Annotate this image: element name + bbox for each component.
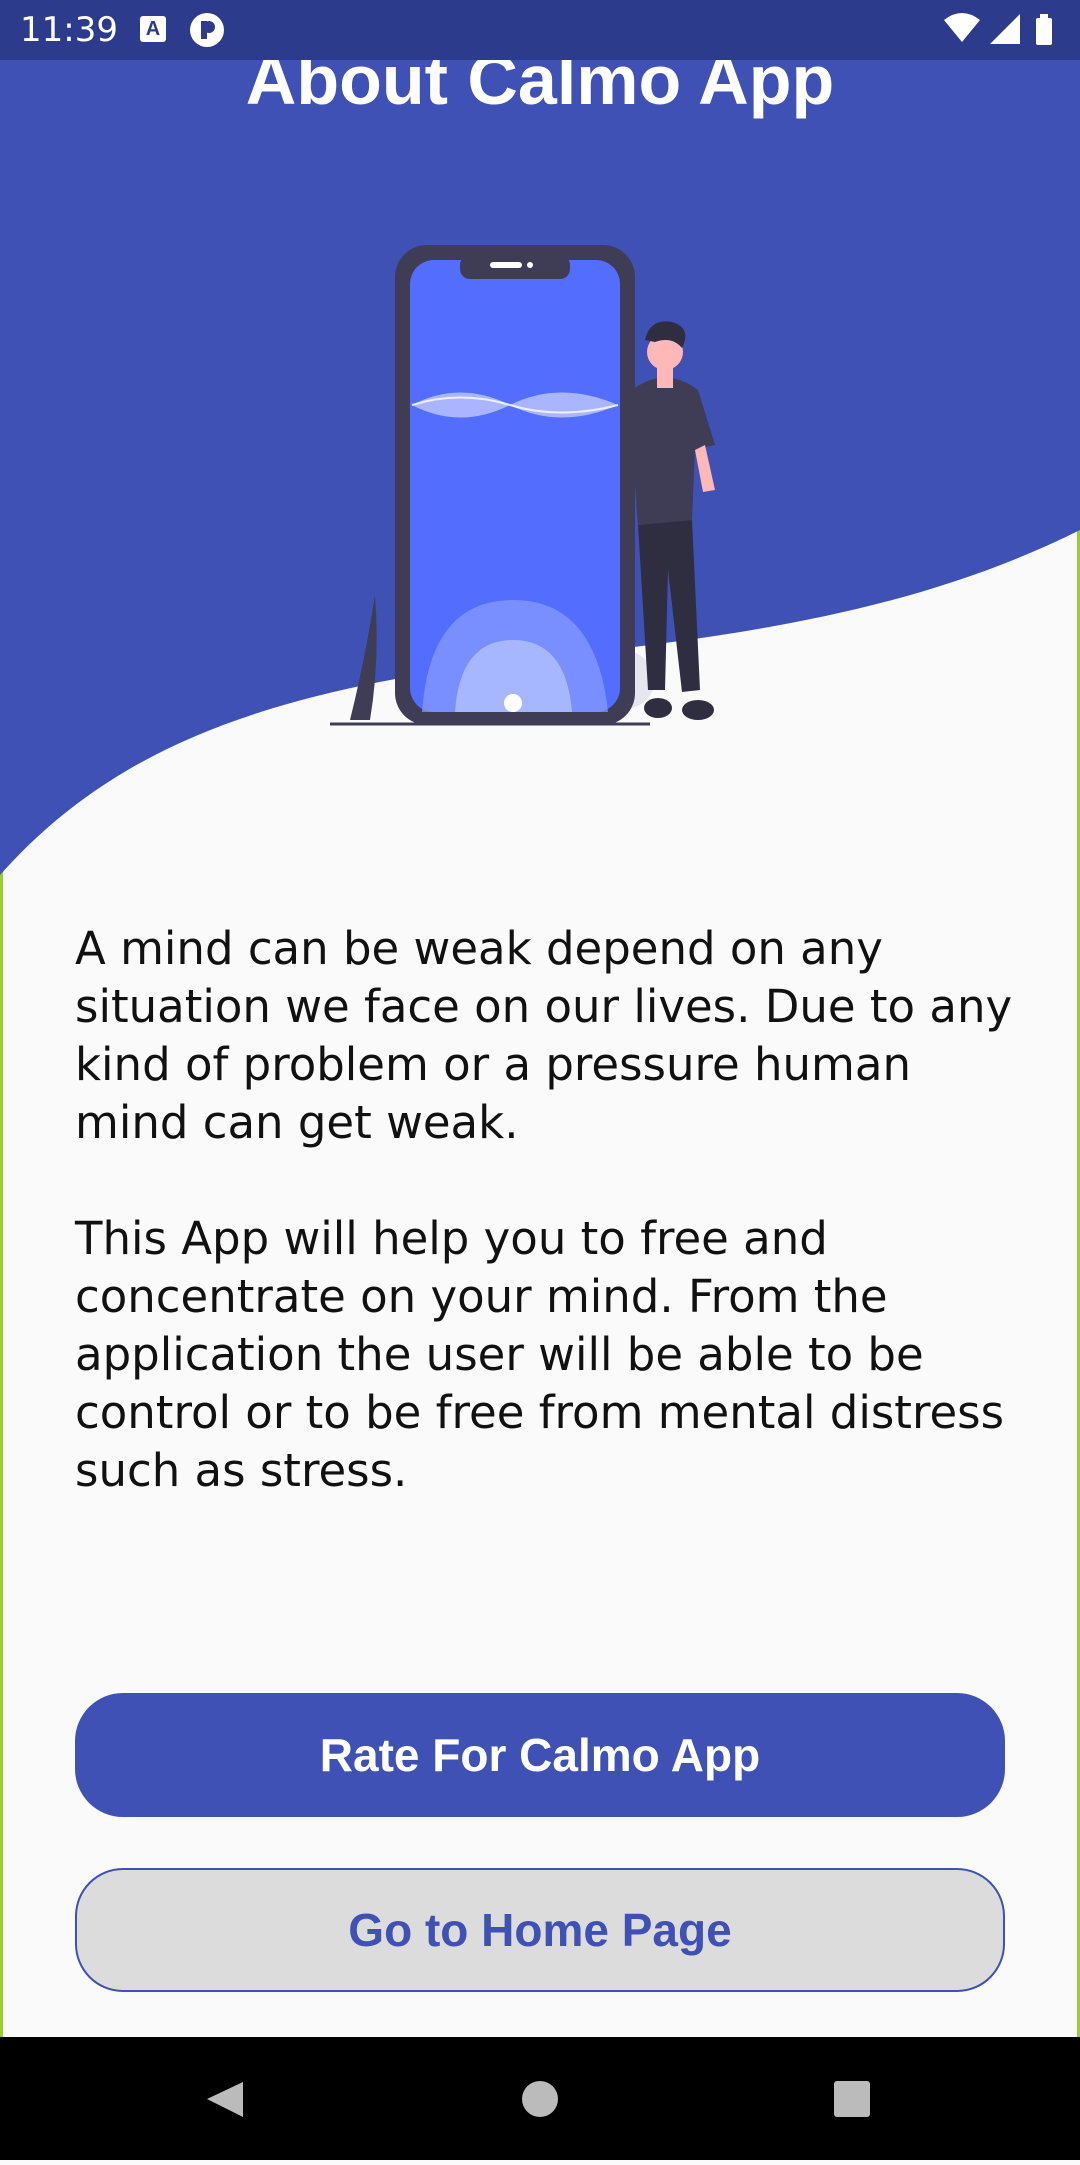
battery-icon bbox=[1036, 14, 1052, 45]
status-time: 11:39 bbox=[20, 10, 118, 50]
about-description: A mind can be weak depend on any situati… bbox=[75, 920, 1025, 1558]
go-home-button[interactable]: Go to Home Page bbox=[75, 1868, 1005, 1992]
signal-icon bbox=[990, 14, 1020, 44]
recents-icon bbox=[834, 2081, 870, 2117]
status-bar: 11:39 A bbox=[0, 0, 1080, 60]
home-nav-button[interactable] bbox=[480, 2037, 600, 2160]
back-icon bbox=[207, 2082, 243, 2117]
navigation-bar bbox=[0, 2037, 1080, 2160]
back-button[interactable] bbox=[165, 2037, 285, 2160]
recents-button[interactable] bbox=[792, 2037, 912, 2160]
phone-person-illustration bbox=[330, 245, 715, 726]
home-icon bbox=[522, 2081, 558, 2117]
status-icons bbox=[942, 12, 1062, 53]
notification-p-icon bbox=[190, 13, 224, 47]
about-paragraph-2: This App will help you to free and conce… bbox=[75, 1212, 1005, 1497]
notification-a-icon: A bbox=[140, 16, 166, 42]
wifi-icon bbox=[944, 13, 980, 42]
rate-app-button[interactable]: Rate For Calmo App bbox=[75, 1693, 1005, 1817]
about-paragraph-1: A mind can be weak depend on any situati… bbox=[75, 922, 1013, 1149]
